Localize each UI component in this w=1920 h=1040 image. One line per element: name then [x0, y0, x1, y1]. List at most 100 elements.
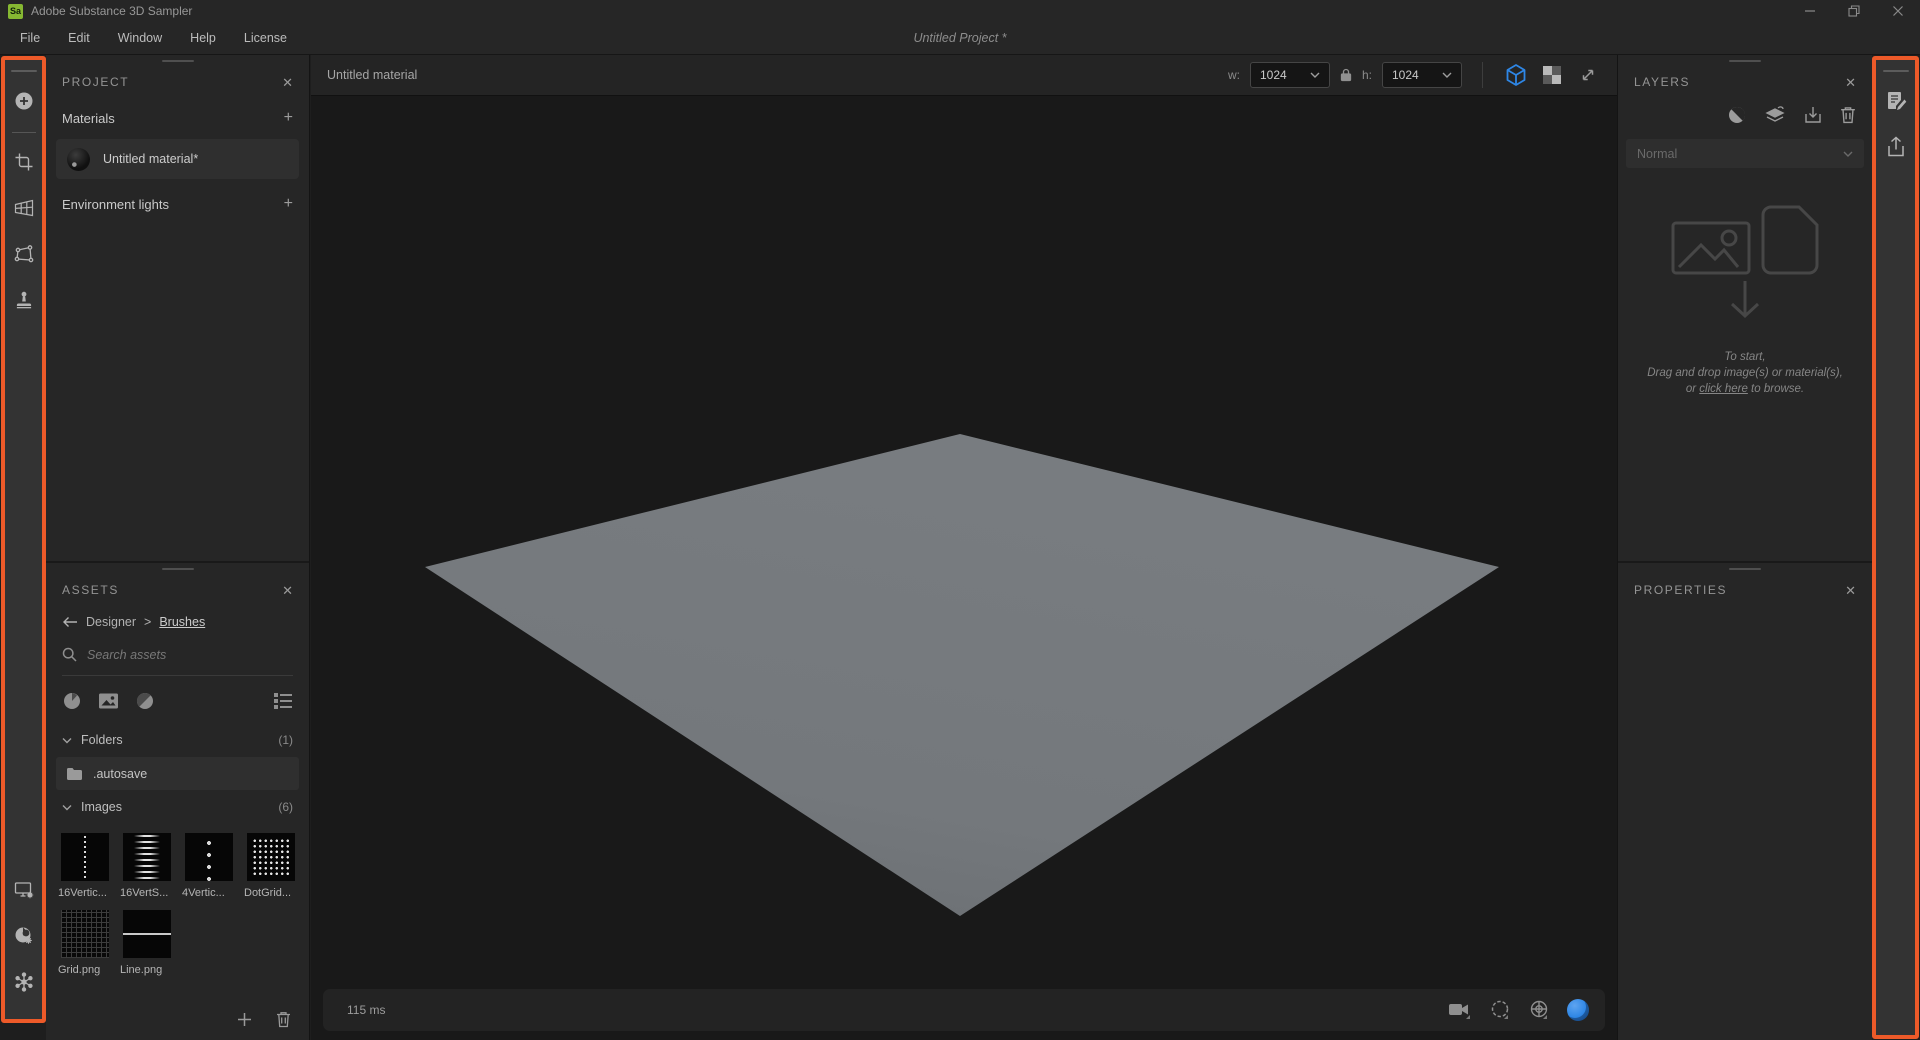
asset-image-item[interactable]: Grid.png	[58, 909, 110, 976]
turntable-icon[interactable]	[1489, 999, 1511, 1021]
toolbar-drag-handle[interactable]	[10, 70, 37, 72]
filter-smart-materials-icon[interactable]	[135, 691, 155, 711]
add-environment-light-icon[interactable]: +	[284, 196, 293, 212]
asset-filters	[46, 676, 309, 723]
folders-group-header[interactable]: Folders (1)	[46, 723, 309, 757]
layers-close-icon[interactable]: ✕	[1845, 76, 1856, 89]
blend-mode-value: Normal	[1637, 146, 1678, 161]
display-settings-icon[interactable]	[7, 873, 41, 907]
clone-stamp-tool-icon[interactable]	[7, 283, 41, 317]
layers-panel-title: LAYERS	[1634, 75, 1691, 89]
asset-image-item[interactable]: 16Vertic...	[58, 832, 110, 899]
search-input[interactable]	[87, 647, 267, 662]
view-2d-icon[interactable]	[1539, 62, 1565, 88]
asset-image-item[interactable]: 4Vertic...	[182, 832, 234, 899]
toolbar-divider	[11, 132, 36, 133]
menu-help[interactable]: Help	[176, 31, 230, 45]
warp-transform-tool-icon[interactable]	[7, 237, 41, 271]
menu-license[interactable]: License	[230, 31, 301, 45]
properties-close-icon[interactable]: ✕	[1845, 584, 1856, 597]
viewport-controls: w: 1024 h: 1024	[1228, 62, 1601, 88]
delete-layer-icon[interactable]	[1840, 106, 1856, 124]
asset-image-item[interactable]: Line.png	[120, 909, 172, 976]
list-view-icon[interactable]	[273, 692, 293, 710]
assets-panel-drag-handle[interactable]	[161, 568, 194, 570]
breadcrumb-parent[interactable]: Designer	[86, 615, 136, 629]
layers-panel-drag-handle[interactable]	[1729, 60, 1761, 62]
material-list-item[interactable]: Untitled material*	[56, 139, 299, 179]
asset-image-item[interactable]: 16VertS...	[120, 832, 172, 899]
dropzone-line3-post: to browse.	[1747, 383, 1805, 395]
titlebar: Sa Adobe Substance 3D Sampler	[0, 0, 1920, 22]
width-select[interactable]: 1024	[1249, 62, 1330, 88]
crop-tool-icon[interactable]	[7, 145, 41, 179]
arrow-down-icon	[1728, 279, 1762, 319]
assets-close-icon[interactable]: ✕	[282, 584, 293, 597]
environment-rotation-icon[interactable]	[1528, 999, 1550, 1021]
environment-lights-section-header[interactable]: Environment lights +	[46, 185, 309, 223]
material-ball-view-icon[interactable]	[1567, 999, 1589, 1021]
fullscreen-icon[interactable]	[1575, 62, 1601, 88]
perspective-grid-tool-icon[interactable]	[7, 191, 41, 225]
minimize-icon[interactable]	[1788, 0, 1832, 22]
viewport-3d-canvas[interactable]	[311, 96, 1617, 1040]
assets-panel-title: ASSETS	[62, 583, 119, 597]
asset-image-item[interactable]: DotGrid...	[244, 832, 296, 899]
delete-asset-icon[interactable]	[276, 1011, 291, 1028]
viewport: Untitled material w: 1024 h: 1024 115 ms	[311, 55, 1617, 1040]
project-panel-drag-handle[interactable]	[161, 60, 194, 62]
plugins-icon[interactable]	[7, 965, 41, 999]
share-export-icon[interactable]	[1879, 130, 1913, 164]
images-group-header[interactable]: Images (6)	[46, 790, 309, 824]
project-close-icon[interactable]: ✕	[282, 76, 293, 89]
browse-link[interactable]: click here	[1699, 383, 1748, 395]
environment-settings-icon[interactable]	[7, 919, 41, 953]
asset-label: Grid.png	[58, 964, 101, 976]
folders-label: Folders	[81, 733, 123, 747]
menu-edit[interactable]: Edit	[54, 31, 104, 45]
folders-count: (1)	[278, 733, 293, 747]
project-title: Untitled Project *	[913, 31, 1007, 45]
search-bar	[62, 641, 293, 676]
properties-panel-drag-handle[interactable]	[1729, 568, 1761, 570]
menu-window[interactable]: Window	[104, 31, 176, 45]
close-icon[interactable]	[1876, 0, 1920, 22]
menu-file[interactable]: File	[6, 31, 54, 45]
add-resource-icon[interactable]	[7, 84, 41, 118]
import-layer-icon[interactable]	[1803, 105, 1823, 125]
assets-panel: ASSETS ✕ Designer > Brushes Search asset…	[46, 563, 309, 1040]
viewport-tab[interactable]: Untitled material	[327, 68, 417, 82]
asset-thumbnail	[122, 909, 172, 959]
filter-materials-icon[interactable]	[62, 691, 82, 711]
layers-dropzone[interactable]: To start, Drag and drop image(s) or mate…	[1618, 205, 1872, 397]
project-panel-title: PROJECT	[62, 75, 130, 89]
add-material-icon[interactable]: +	[284, 110, 293, 126]
edit-document-icon[interactable]	[1879, 84, 1913, 118]
environment-lights-label: Environment lights	[62, 196, 169, 212]
folder-name: .autosave	[93, 766, 148, 781]
add-asset-icon[interactable]	[237, 1012, 252, 1027]
viewport-bottom-icons	[1448, 999, 1589, 1021]
right-toolbar	[1872, 56, 1919, 1039]
blend-mode-select[interactable]: Normal	[1626, 139, 1864, 168]
chevron-down-icon	[1442, 72, 1452, 78]
breadcrumb-current[interactable]: Brushes	[159, 615, 205, 629]
height-label: h:	[1361, 68, 1372, 82]
restore-icon[interactable]	[1832, 0, 1876, 22]
materials-section-header[interactable]: Materials +	[46, 99, 309, 137]
add-effect-layer-icon[interactable]	[1764, 105, 1786, 125]
layers-panel: LAYERS ✕ Normal To start, Drag and drop …	[1618, 55, 1872, 563]
back-arrow-icon[interactable]	[62, 616, 78, 628]
chevron-down-icon	[1843, 151, 1853, 157]
add-adjustment-icon[interactable]	[1727, 105, 1747, 125]
folder-item-autosave[interactable]: .autosave	[56, 757, 299, 790]
asset-label: 16Vertic...	[58, 887, 107, 899]
images-label: Images	[81, 800, 122, 814]
lock-aspect-icon[interactable]	[1340, 68, 1352, 82]
chevron-down-icon	[62, 804, 72, 811]
view-3d-icon[interactable]	[1503, 62, 1529, 88]
filter-images-icon[interactable]	[98, 692, 119, 710]
camera-icon[interactable]	[1448, 1000, 1472, 1020]
height-select[interactable]: 1024	[1382, 62, 1462, 88]
toolbar-drag-handle[interactable]	[1882, 70, 1909, 72]
